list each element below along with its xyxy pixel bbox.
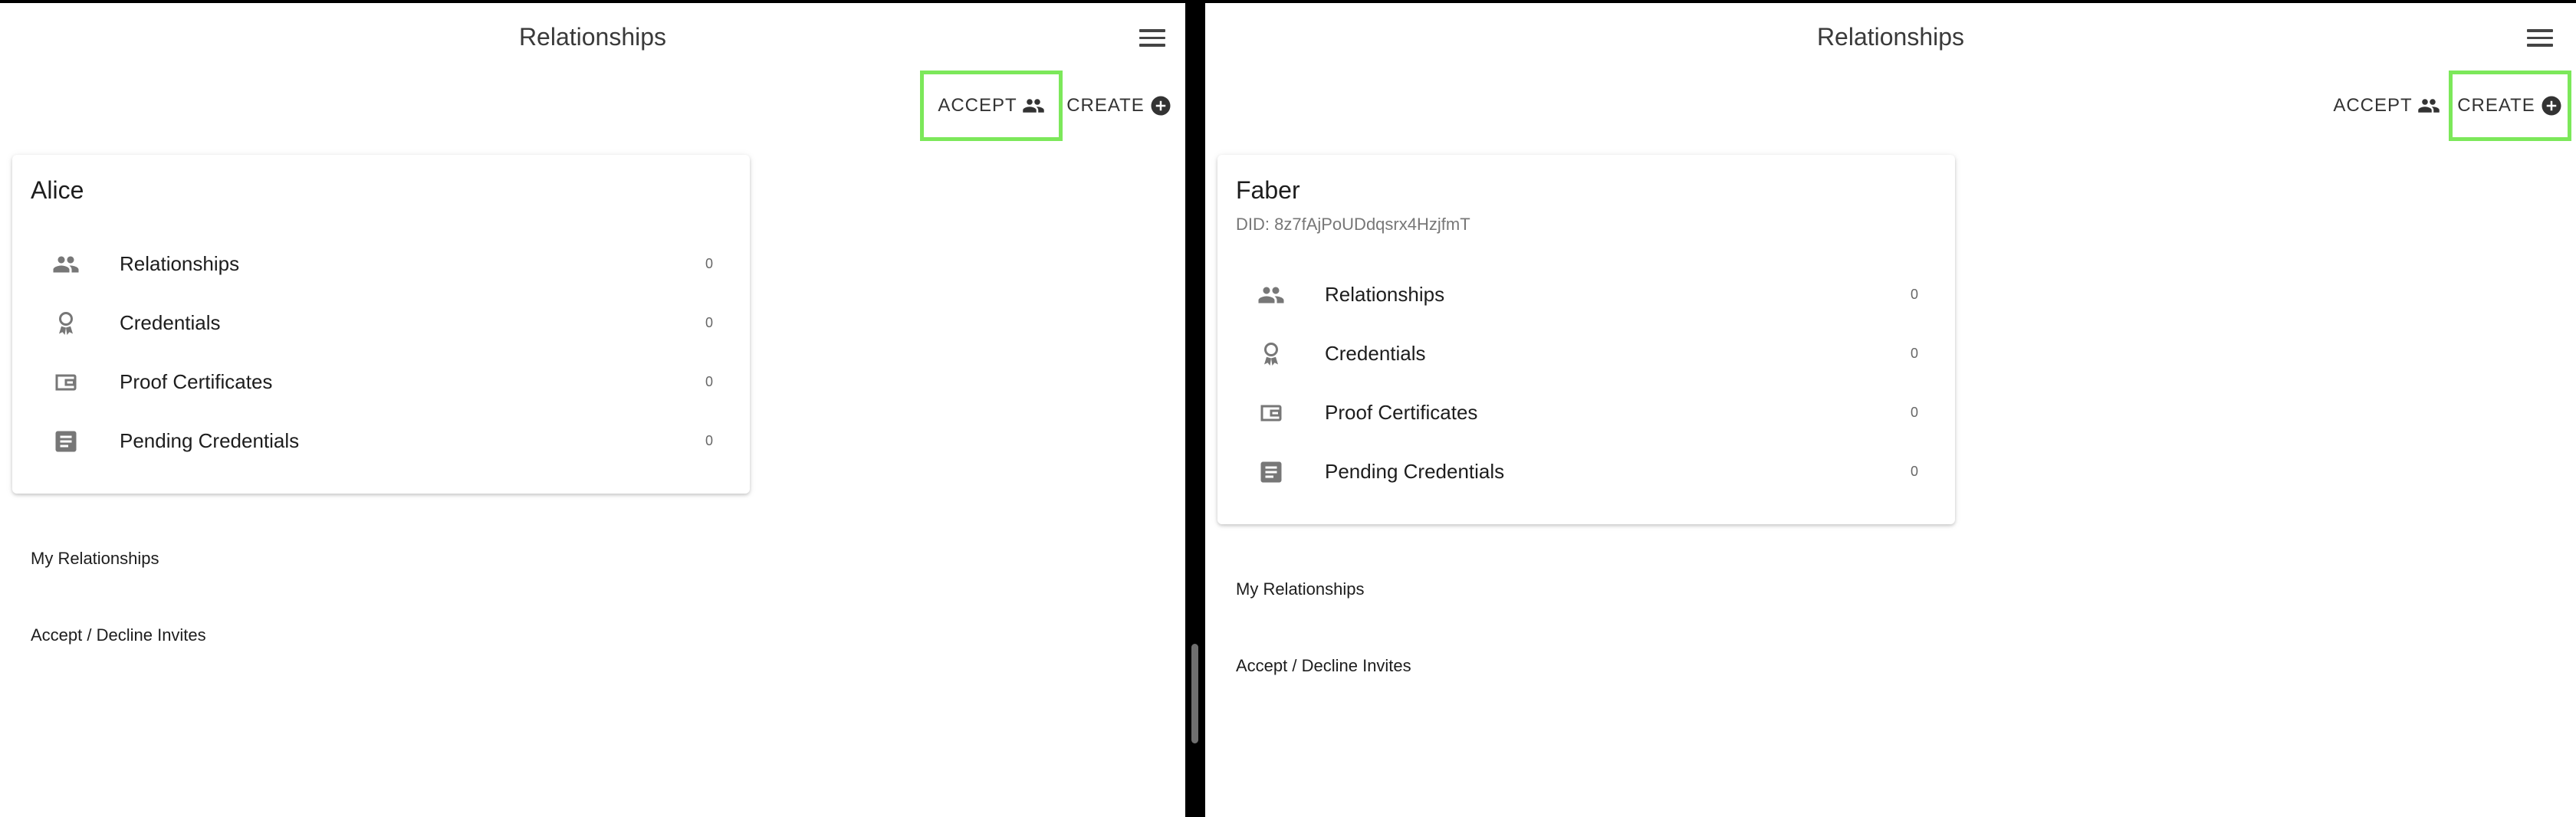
- list-item-count: 0: [1910, 405, 1918, 420]
- my-relationships-link[interactable]: My Relationships: [31, 549, 159, 569]
- create-button[interactable]: CREATE: [2449, 71, 2571, 141]
- left-pane: Relationships ACCEPT CREATE Alice Relati…: [0, 3, 1185, 817]
- people-icon: [52, 251, 80, 278]
- right-pane: Relationships ACCEPT CREATE Faber DID: 8…: [1205, 3, 2576, 817]
- list-item-count: 0: [705, 433, 713, 448]
- list-item-proof-certificates[interactable]: Proof Certificates 0: [12, 353, 750, 412]
- agent-name: Alice: [31, 176, 84, 204]
- page-title: Relationships: [518, 23, 667, 51]
- list-item-credentials[interactable]: Credentials 0: [12, 294, 750, 353]
- wallet-icon: [1257, 399, 1285, 427]
- list-item-label: Relationships: [1325, 283, 1445, 306]
- list-item-count: 0: [1910, 287, 1918, 302]
- accept-label: ACCEPT: [938, 95, 1017, 116]
- list-item-credentials[interactable]: Credentials 0: [1217, 324, 1955, 383]
- stats-list: Relationships 0 Credentials 0 Proof Cert…: [12, 235, 750, 471]
- stats-list: Relationships 0 Credentials 0 Proof Cert…: [1217, 265, 1955, 501]
- split-divider-handle[interactable]: [1191, 644, 1198, 743]
- document-icon: [52, 428, 80, 455]
- accept-decline-invites-link[interactable]: Accept / Decline Invites: [31, 625, 206, 645]
- award-icon: [52, 310, 80, 337]
- accept-label: ACCEPT: [2333, 95, 2413, 116]
- people-icon: [1257, 281, 1285, 309]
- wallet-icon: [52, 369, 80, 396]
- list-item-count: 0: [705, 374, 713, 389]
- list-item-relationships[interactable]: Relationships 0: [1217, 265, 1955, 324]
- create-button[interactable]: CREATE: [1066, 71, 1173, 141]
- list-item-count: 0: [705, 256, 713, 271]
- people-icon: [2417, 99, 2440, 113]
- accept-button[interactable]: ACCEPT: [920, 71, 1063, 141]
- list-item-relationships[interactable]: Relationships 0: [12, 235, 750, 294]
- hamburger-menu-icon[interactable]: [2527, 29, 2553, 51]
- list-item-label: Relationships: [120, 252, 240, 275]
- hamburger-menu-icon[interactable]: [1139, 29, 1165, 51]
- agent-card: Faber DID: 8z7fAjPoUDdqsrx4HzjfmT Relati…: [1217, 155, 1955, 524]
- agent-name: Faber: [1236, 176, 1300, 204]
- my-relationships-link[interactable]: My Relationships: [1236, 579, 1365, 599]
- create-label: CREATE: [1066, 95, 1145, 116]
- award-icon: [1257, 340, 1285, 368]
- add-circle-icon: [2542, 96, 2561, 116]
- agent-did: DID: 8z7fAjPoUDdqsrx4HzjfmT: [1236, 215, 1470, 234]
- list-item-label: Pending Credentials: [1325, 460, 1505, 483]
- list-item-count: 0: [705, 315, 713, 330]
- people-icon: [1022, 99, 1044, 113]
- agent-card: Alice Relationships 0 Credentials 0 Proo…: [12, 155, 750, 494]
- list-item-label: Proof Certificates: [1325, 401, 1478, 424]
- create-label: CREATE: [2457, 95, 2535, 116]
- page-title: Relationships: [1816, 23, 1965, 51]
- list-item-count: 0: [1910, 464, 1918, 479]
- list-item-pending-credentials[interactable]: Pending Credentials 0: [12, 412, 750, 471]
- list-item-label: Credentials: [120, 311, 221, 334]
- list-item-label: Credentials: [1325, 342, 1426, 365]
- split-screen: Relationships ACCEPT CREATE Alice Relati…: [0, 0, 2576, 817]
- list-item-label: Pending Credentials: [120, 429, 300, 452]
- document-icon: [1257, 458, 1285, 486]
- list-item-label: Proof Certificates: [120, 370, 273, 393]
- list-item-proof-certificates[interactable]: Proof Certificates 0: [1217, 383, 1955, 442]
- list-item-pending-credentials[interactable]: Pending Credentials 0: [1217, 442, 1955, 501]
- accept-button[interactable]: ACCEPT: [2331, 71, 2443, 141]
- add-circle-icon: [1151, 96, 1171, 116]
- list-item-count: 0: [1910, 346, 1918, 361]
- accept-decline-invites-link[interactable]: Accept / Decline Invites: [1236, 656, 1411, 676]
